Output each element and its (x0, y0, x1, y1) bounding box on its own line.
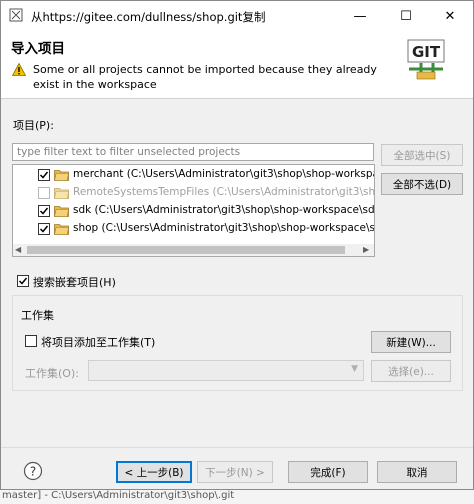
project-filter-input[interactable] (12, 143, 374, 161)
window-title: 从https://gitee.com/dullness/shop.git复制 (31, 10, 266, 24)
minimize-button[interactable]: — (337, 1, 383, 31)
project-label-remotesystemstempfiles: RemoteSystemsTempFiles (C:\Users\Adminis… (73, 186, 375, 198)
scrollbar-thumb[interactable] (27, 246, 345, 254)
title-bar[interactable]: 从https://gitee.com/dullness/shop.git复制 —… (1, 1, 473, 31)
footer-separator (1, 447, 473, 448)
wizard-header: 导入项目 Some or all projects cannot be impo… (1, 31, 473, 99)
checkmark-icon (18, 277, 28, 285)
folder-icon (54, 188, 69, 199)
checkmark-icon (39, 171, 49, 179)
checkmark-icon (39, 207, 49, 215)
git-logo-text: GIT (412, 43, 441, 61)
select-working-set-button[interactable]: 选择(e)... (371, 360, 451, 382)
import-projects-dialog: 从https://gitee.com/dullness/shop.git复制 —… (0, 0, 474, 490)
working-set-combo-label: 工作集(O): (25, 367, 79, 380)
background-window-status: master] - C:\Users\Administrator\git3\sh… (0, 490, 474, 504)
help-glyph: ? (30, 465, 36, 479)
project-checkbox-remotesystemstempfiles (38, 187, 50, 199)
projects-label: 项目(P): (13, 119, 54, 132)
folder-icon (54, 224, 69, 235)
add-to-working-set-checkbox[interactable] (25, 335, 37, 347)
eclipse-app-icon (9, 8, 23, 22)
project-checkbox-merchant[interactable] (38, 169, 50, 181)
maximize-button[interactable]: ☐ (383, 1, 429, 31)
cancel-button[interactable]: 取消 (377, 461, 457, 483)
project-row-shop[interactable]: shop (C:\Users\Administrator\git3\shop\s… (13, 220, 374, 238)
project-label-merchant: merchant (C:\Users\Administrator\git3\sh… (73, 168, 374, 180)
project-row-remotesystemstempfiles: RemoteSystemsTempFiles (C:\Users\Adminis… (13, 184, 374, 202)
warning-icon (12, 63, 26, 76)
scroll-right-icon[interactable]: ▶ (363, 245, 369, 254)
back-button[interactable]: < 上一步(B) (116, 461, 192, 483)
search-nested-checkbox[interactable] (17, 275, 29, 287)
minimize-icon: — (353, 8, 367, 24)
help-icon[interactable]: ? (23, 461, 43, 481)
git-logo-icon: GIT (407, 39, 445, 80)
project-label-shop: shop (C:\Users\Administrator\git3\shop\s… (73, 222, 375, 234)
maximize-icon: ☐ (400, 8, 412, 24)
working-set-title: 工作集 (21, 309, 54, 322)
deselect-all-button[interactable]: 全部不选(D) (381, 173, 463, 195)
search-nested-label: 搜索嵌套项目(H) (33, 276, 116, 289)
checkmark-icon (39, 225, 49, 233)
horizontal-scrollbar[interactable]: ◀ ▶ (13, 244, 374, 256)
finish-button[interactable]: 完成(F) (288, 461, 368, 483)
select-all-button[interactable]: 全部选中(S) (381, 144, 463, 166)
new-working-set-button[interactable]: 新建(W)... (371, 331, 451, 353)
close-button[interactable]: ✕ (427, 1, 473, 31)
add-to-working-set-label: 将项目添加至工作集(T) (41, 336, 156, 349)
folder-icon (54, 170, 69, 181)
project-label-sdk: sdk (C:\Users\Administrator\git3\shop\sh… (73, 204, 375, 216)
close-icon: ✕ (444, 8, 456, 24)
working-set-combo: ▼ (88, 360, 364, 381)
project-list[interactable]: merchant (C:\Users\Administrator\git3\sh… (12, 164, 375, 257)
project-row-merchant[interactable]: merchant (C:\Users\Administrator\git3\sh… (13, 166, 374, 184)
chevron-down-icon: ▼ (351, 364, 358, 374)
warning-message: Some or all projects cannot be imported … (33, 63, 377, 91)
project-checkbox-sdk[interactable] (38, 205, 50, 217)
folder-icon (54, 206, 69, 217)
project-row-sdk[interactable]: sdk (C:\Users\Administrator\git3\shop\sh… (13, 202, 374, 220)
project-checkbox-shop[interactable] (38, 223, 50, 235)
scroll-left-icon[interactable]: ◀ (15, 245, 21, 254)
page-title: 导入项目 (11, 41, 65, 57)
next-button[interactable]: 下一步(N) > (197, 461, 273, 483)
